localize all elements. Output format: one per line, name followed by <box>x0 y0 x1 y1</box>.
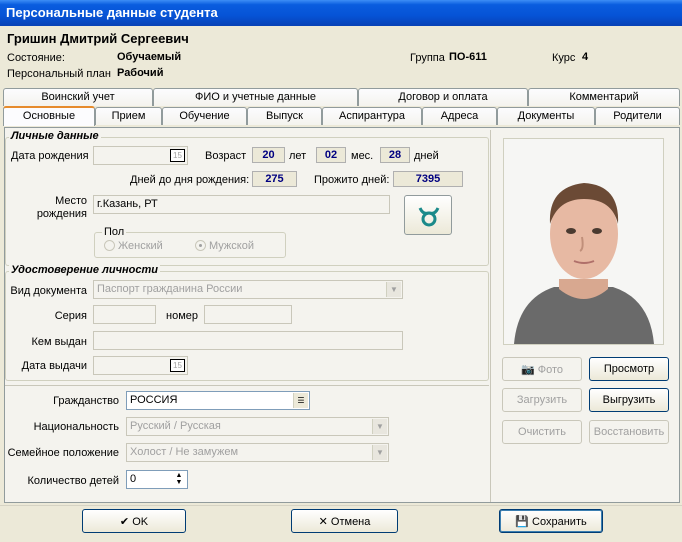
plan-value: Рабочий <box>117 67 164 79</box>
series-input[interactable] <box>93 305 156 324</box>
state-label: Состояние: <box>7 52 65 64</box>
plan-label: Персональный план <box>7 68 111 80</box>
course-label: Курс <box>552 52 576 64</box>
taurus-icon <box>418 207 440 227</box>
dob-label: Дата рождения <box>11 150 89 162</box>
marital-label: Семейное положение <box>7 447 119 459</box>
chevron-down-icon[interactable]: ▼ <box>372 419 387 434</box>
issued-by-input[interactable] <box>93 331 403 350</box>
cancel-button[interactable]: ✕ Отмена <box>291 509 398 533</box>
gender-male-radio[interactable]: Мужской <box>195 240 254 252</box>
tab-parents[interactable]: Родители <box>595 107 680 125</box>
view-button[interactable]: Просмотр <box>589 357 669 381</box>
tab-comment[interactable]: Комментарий <box>528 88 680 106</box>
age-label: Возраст <box>205 150 247 162</box>
series-label: Серия <box>54 310 87 322</box>
footer-divider <box>0 505 682 506</box>
save-icon: 💾 <box>515 516 533 528</box>
tab-graduation[interactable]: Выпуск <box>247 107 322 125</box>
unload-button[interactable]: Выгрузить <box>589 388 669 412</box>
load-button[interactable]: Загрузить <box>502 388 582 412</box>
portrait-image <box>504 139 663 344</box>
calendar-icon[interactable]: 15 <box>170 359 185 372</box>
group-value: ПО-611 <box>449 51 487 63</box>
chevron-down-icon[interactable]: ▼ <box>372 445 387 460</box>
dob-input[interactable]: 15 <box>93 146 188 165</box>
issue-date-label: Дата выдачи <box>21 360 87 372</box>
age-days: 28 <box>380 147 410 163</box>
tab-main[interactable]: Основные <box>3 106 95 126</box>
tab-admission[interactable]: Прием <box>95 107 162 125</box>
nationality-label: Национальность <box>33 421 119 433</box>
days-to-birthday-label: Дней до дня рождения: <box>130 174 250 186</box>
tab-fio[interactable]: ФИО и учетные данные <box>153 88 358 106</box>
days-lived-label: Прожито дней: <box>314 174 390 186</box>
identity-title: Удостоверение личности <box>9 264 160 276</box>
tab-postgrad[interactable]: Аспирантура <box>322 107 422 125</box>
age-years: 20 <box>252 147 285 163</box>
ok-button[interactable]: ✔ OK <box>82 509 186 533</box>
course-value: 4 <box>582 51 589 63</box>
window-title: Персональные данные студента <box>0 0 682 26</box>
gender-female-radio[interactable]: Женский <box>104 240 163 252</box>
divider <box>5 385 489 386</box>
chevron-down-icon[interactable]: ▼ <box>386 282 401 297</box>
children-stepper[interactable]: 0 ▲ ▼ <box>126 470 188 489</box>
issue-date-input[interactable]: 15 <box>93 356 188 375</box>
camera-icon: 📷 <box>520 364 538 376</box>
personal-data-title: Личные данные <box>9 130 101 142</box>
marital-select[interactable]: Холост / Не замужем ▼ <box>126 443 389 462</box>
group-label: Группа <box>410 52 445 64</box>
tab-military[interactable]: Воинский учет <box>3 88 153 106</box>
days-lived: 7395 <box>393 171 463 187</box>
tab-education[interactable]: Обучение <box>162 107 247 125</box>
days-unit: дней <box>414 150 439 162</box>
stepper-arrows-icon[interactable]: ▲ ▼ <box>172 472 186 487</box>
birthplace-label-2: рождения <box>36 208 87 220</box>
student-name: Гришин Дмитрий Сергеевич <box>7 31 189 46</box>
list-icon[interactable]: ☰ <box>293 393 308 408</box>
number-label: номер <box>166 310 198 322</box>
citizenship-input[interactable]: РОССИЯ ☰ <box>126 391 310 410</box>
doc-type-select[interactable]: Паспорт гражданина России ▼ <box>93 280 403 299</box>
nationality-select[interactable]: Русский / Русская ▼ <box>126 417 389 436</box>
children-label: Количество детей <box>27 475 119 487</box>
state-value: Обучаемый <box>117 51 182 63</box>
years-unit: лет <box>289 150 307 162</box>
tab-contract[interactable]: Договор и оплата <box>358 88 528 106</box>
save-button[interactable]: 💾 Сохранить <box>499 509 603 533</box>
birthplace-label-1: Место <box>55 195 87 207</box>
zodiac-button[interactable] <box>404 195 452 235</box>
clear-button[interactable]: Очистить <box>502 420 582 444</box>
age-months: 02 <box>316 147 346 163</box>
tab-addresses[interactable]: Адреса <box>422 107 497 125</box>
check-icon: ✔ <box>119 516 133 528</box>
close-icon: ✕ <box>318 516 331 528</box>
radio-selected-icon <box>195 240 206 251</box>
restore-button[interactable]: Восстановить <box>589 420 669 444</box>
number-input[interactable] <box>204 305 292 324</box>
birthplace-input[interactable]: г.Казань, РТ <box>93 195 390 214</box>
photo-button[interactable]: 📷 Фото <box>502 357 582 381</box>
months-unit: мес. <box>351 150 374 162</box>
student-photo <box>503 138 664 345</box>
tab-documents[interactable]: Документы <box>497 107 595 125</box>
calendar-icon[interactable]: 15 <box>170 149 185 162</box>
issued-by-label: Кем выдан <box>31 336 87 348</box>
citizenship-label: Гражданство <box>53 395 119 407</box>
doc-type-label: Вид документа <box>10 285 87 297</box>
radio-icon <box>104 240 115 251</box>
gender-title: Пол <box>102 226 127 238</box>
panel-divider <box>490 130 491 502</box>
days-to-birthday: 275 <box>252 171 297 187</box>
